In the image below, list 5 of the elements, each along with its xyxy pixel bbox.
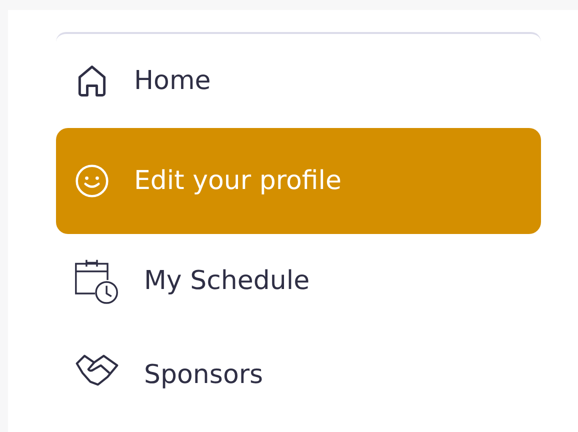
menu-item[interactable]: Sponsors	[56, 328, 541, 422]
menu-item[interactable]: My Schedule	[56, 234, 541, 328]
menu-item[interactable]: Home	[56, 34, 541, 128]
smiley-icon	[74, 163, 110, 199]
calendar-clock-icon	[74, 258, 120, 304]
